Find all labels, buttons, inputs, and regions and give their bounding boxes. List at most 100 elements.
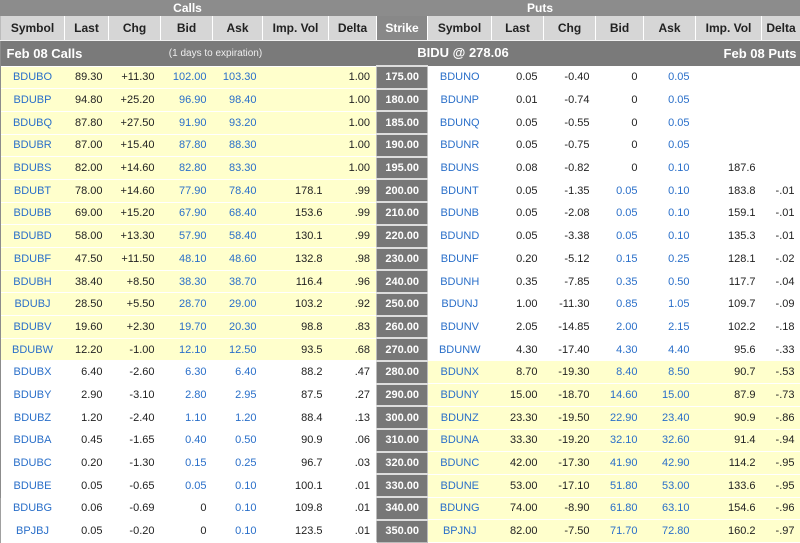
put-symbol-link[interactable]: BDUNO — [428, 66, 492, 89]
put-symbol-link[interactable]: BDUNF — [428, 248, 492, 271]
call-bid: 1.10 — [161, 406, 213, 429]
put-symbol-link[interactable]: BDUNP — [428, 89, 492, 112]
strike-price: 340.00 — [377, 497, 428, 520]
put-delta — [762, 157, 800, 180]
call-chg: +14.60 — [109, 157, 161, 180]
put-chg: -1.35 — [544, 179, 596, 202]
call-symbol-link[interactable]: BDUBT — [1, 179, 65, 202]
call-ask: 6.40 — [213, 361, 263, 384]
call-symbol-link[interactable]: BDUBQ — [1, 111, 65, 134]
strike-price: 350.00 — [377, 520, 428, 543]
call-symbol-link[interactable]: BDUBW — [1, 338, 65, 361]
strike-price: 330.00 — [377, 474, 428, 497]
strike-price: 220.00 — [377, 225, 428, 248]
call-ask: 0.10 — [213, 497, 263, 520]
call-symbol-link[interactable]: BDUBF — [1, 248, 65, 271]
call-last: 69.00 — [65, 202, 109, 225]
call-bid: 6.30 — [161, 361, 213, 384]
call-ask: 68.40 — [213, 202, 263, 225]
strike-price: 190.00 — [377, 134, 428, 157]
put-symbol-link[interactable]: BDUNV — [428, 316, 492, 339]
option-row: BDUBE0.05-0.650.050.10100.1.01330.00BDUN… — [1, 474, 800, 497]
call-symbol-link[interactable]: BDUBE — [1, 474, 65, 497]
call-symbol-link[interactable]: BDUBG — [1, 497, 65, 520]
put-col-delta[interactable]: Delta — [762, 16, 800, 40]
put-col-bid[interactable]: Bid — [596, 16, 644, 40]
call-col-ask[interactable]: Ask — [213, 16, 263, 40]
call-ask: 1.20 — [213, 406, 263, 429]
put-col-last[interactable]: Last — [492, 16, 544, 40]
option-row: BDUBB69.00+15.2067.9068.40153.6.99210.00… — [1, 202, 800, 225]
put-symbol-link[interactable]: BDUNQ — [428, 111, 492, 134]
call-imp-vol: 88.4 — [263, 406, 329, 429]
call-col-chg[interactable]: Chg — [109, 16, 161, 40]
call-symbol-link[interactable]: BDUBR — [1, 134, 65, 157]
call-ask: 29.00 — [213, 293, 263, 316]
put-symbol-link[interactable]: BDUNC — [428, 452, 492, 475]
put-symbol-link[interactable]: BDUNH — [428, 270, 492, 293]
put-col-imp-vol[interactable]: Imp. Vol — [696, 16, 762, 40]
put-ask: 32.60 — [644, 429, 696, 452]
put-symbol-link[interactable]: BDUNZ — [428, 406, 492, 429]
put-symbol-link[interactable]: BDUNG — [428, 497, 492, 520]
call-imp-vol: 90.9 — [263, 429, 329, 452]
call-symbol-link[interactable]: BDUBC — [1, 452, 65, 475]
call-symbol-link[interactable]: BDUBH — [1, 270, 65, 293]
put-symbol-link[interactable]: BDUNA — [428, 429, 492, 452]
put-symbol-link[interactable]: BDUNY — [428, 384, 492, 407]
call-col-imp-vol[interactable]: Imp. Vol — [263, 16, 329, 40]
days-to-expiration: (1 days to expiration) — [109, 40, 329, 66]
put-symbol-link[interactable]: BDUNJ — [428, 293, 492, 316]
call-col-symbol[interactable]: Symbol — [1, 16, 65, 40]
call-symbol-link[interactable]: BDUBZ — [1, 406, 65, 429]
call-symbol-link[interactable]: BDUBA — [1, 429, 65, 452]
put-delta: -.02 — [762, 248, 800, 271]
put-chg: -17.40 — [544, 338, 596, 361]
call-ask: 98.40 — [213, 89, 263, 112]
call-symbol-link[interactable]: BDUBO — [1, 66, 65, 89]
put-symbol-link[interactable]: BDUNB — [428, 202, 492, 225]
put-symbol-link[interactable]: BDUNR — [428, 134, 492, 157]
call-symbol-link[interactable]: BPJBJ — [1, 520, 65, 543]
put-delta: -.94 — [762, 429, 800, 452]
call-bid: 2.80 — [161, 384, 213, 407]
call-imp-vol: 109.8 — [263, 497, 329, 520]
put-col-chg[interactable]: Chg — [544, 16, 596, 40]
call-col-last[interactable]: Last — [65, 16, 109, 40]
option-row: BDUBO89.30+11.30102.00103.301.00175.00BD… — [1, 66, 800, 89]
strike-price: 250.00 — [377, 293, 428, 316]
put-chg: -0.75 — [544, 134, 596, 157]
call-last: 0.05 — [65, 474, 109, 497]
call-col-delta[interactable]: Delta — [329, 16, 377, 40]
put-chg: -7.85 — [544, 270, 596, 293]
call-symbol-link[interactable]: BDUBJ — [1, 293, 65, 316]
put-symbol-link[interactable]: BDUNW — [428, 338, 492, 361]
call-symbol-link[interactable]: BDUBB — [1, 202, 65, 225]
call-last: 94.80 — [65, 89, 109, 112]
put-imp-vol: 187.6 — [696, 157, 762, 180]
call-imp-vol: 123.5 — [263, 520, 329, 543]
put-last: 4.30 — [492, 338, 544, 361]
put-delta: -.73 — [762, 384, 800, 407]
put-symbol-link[interactable]: BPJNJ — [428, 520, 492, 543]
put-col-symbol[interactable]: Symbol — [428, 16, 492, 40]
put-symbol-link[interactable]: BDUNT — [428, 179, 492, 202]
call-symbol-link[interactable]: BDUBD — [1, 225, 65, 248]
option-chain: Calls Puts SymbolLastChgBidAskImp. VolDe… — [0, 0, 800, 498]
call-symbol-link[interactable]: BDUBV — [1, 316, 65, 339]
call-symbol-link[interactable]: BDUBS — [1, 157, 65, 180]
call-symbol-link[interactable]: BDUBY — [1, 384, 65, 407]
call-col-bid[interactable]: Bid — [161, 16, 213, 40]
call-symbol-link[interactable]: BDUBP — [1, 89, 65, 112]
call-delta: .98 — [329, 248, 377, 271]
put-symbol-link[interactable]: BDUNS — [428, 157, 492, 180]
put-chg: -7.50 — [544, 520, 596, 543]
put-col-ask[interactable]: Ask — [644, 16, 696, 40]
put-symbol-link[interactable]: BDUNE — [428, 474, 492, 497]
call-delta: .99 — [329, 179, 377, 202]
call-symbol-link[interactable]: BDUBX — [1, 361, 65, 384]
put-symbol-link[interactable]: BDUND — [428, 225, 492, 248]
call-ask: 93.20 — [213, 111, 263, 134]
strike-col[interactable]: Strike — [377, 16, 428, 40]
put-symbol-link[interactable]: BDUNX — [428, 361, 492, 384]
